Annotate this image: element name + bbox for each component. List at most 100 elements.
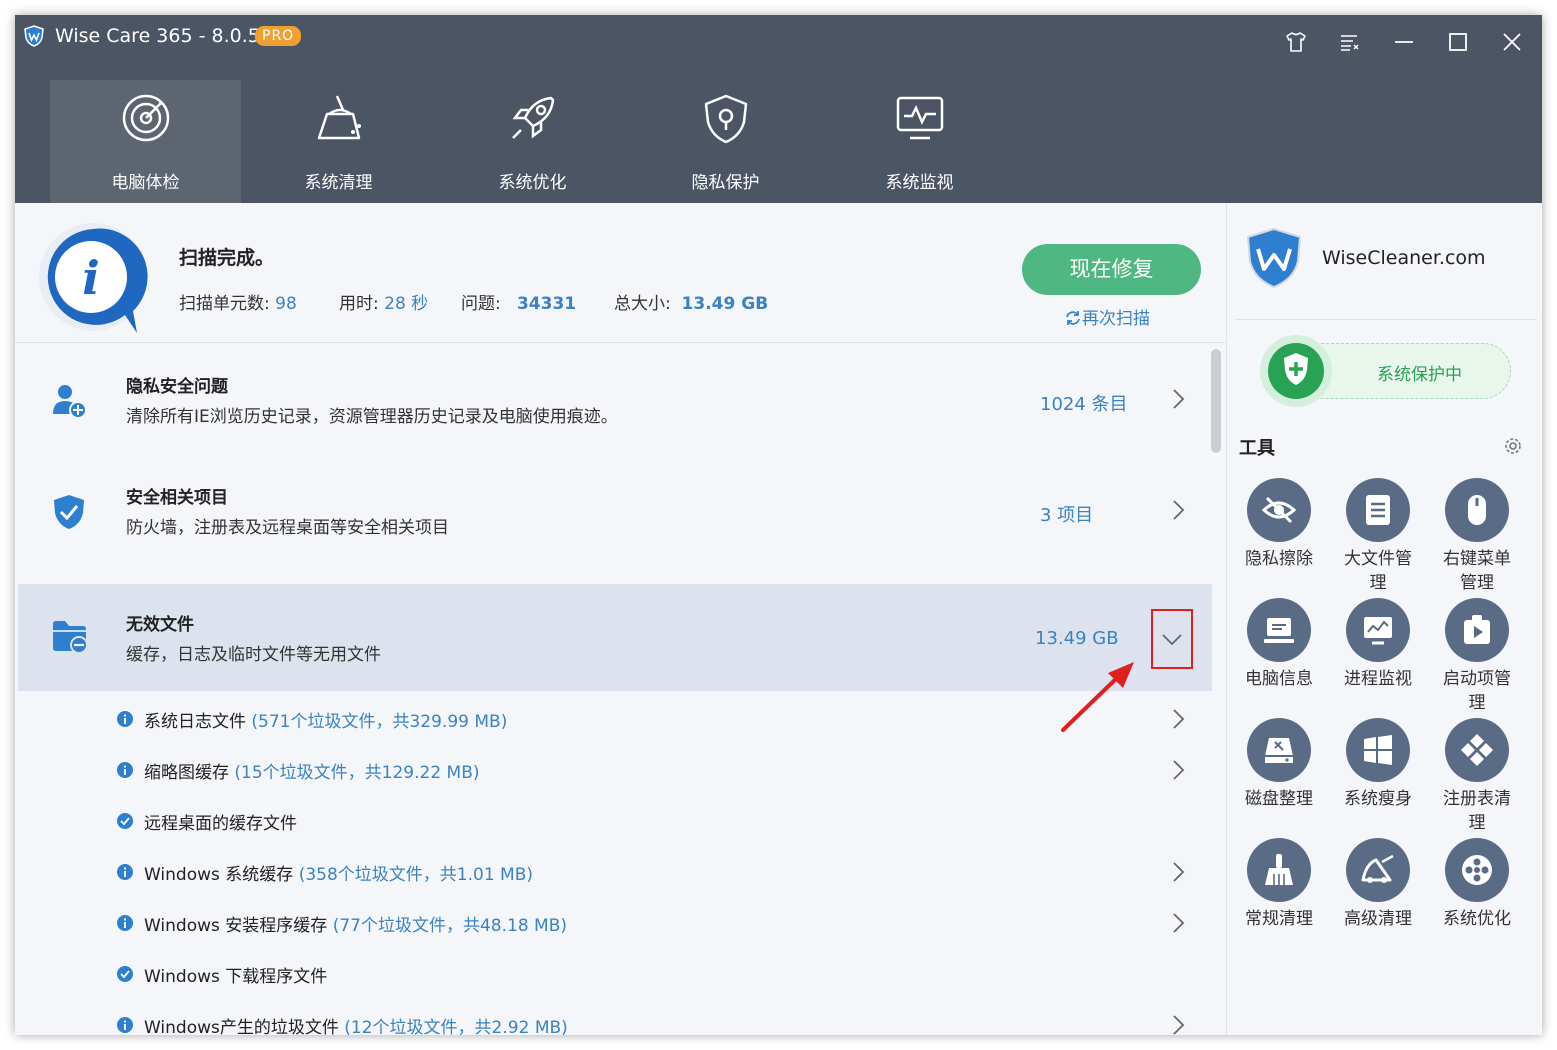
svg-text:i: i xyxy=(82,251,99,305)
scan-summary: i 扫描完成。 扫描单元数: 98 用时: 28 秒 问题: 34331 总大小… xyxy=(15,203,1226,343)
tshirt-icon xyxy=(1286,32,1306,52)
chevron-right-icon[interactable] xyxy=(1166,860,1190,884)
tool-system-optimize[interactable]: 系统优化 xyxy=(1430,838,1524,931)
broom-clean-icon xyxy=(317,95,361,140)
expand-toggle-button[interactable] xyxy=(1151,609,1193,669)
close-icon xyxy=(1503,33,1521,51)
chevron-down-icon xyxy=(1162,634,1182,646)
tool-label: 注册表清理 xyxy=(1443,789,1511,833)
gear-flower-icon xyxy=(1462,855,1492,885)
subitem-label: Windows 系统缓存 (358个垃圾文件，共1.01 MB) xyxy=(144,865,534,885)
category-title: 无效文件 xyxy=(126,615,194,635)
disk-defrag-icon xyxy=(1265,738,1293,763)
subitem-windows-installer-cache[interactable]: Windows 安装程序缓存 (77个垃圾文件，共48.18 MB) xyxy=(15,898,1209,948)
protection-shield-icon xyxy=(1260,335,1332,407)
app-logo-icon xyxy=(24,25,44,47)
monitor-pulse-icon xyxy=(896,96,944,140)
tool-startup-manager[interactable]: 启动项管理 xyxy=(1430,598,1524,715)
menu-button[interactable] xyxy=(1335,27,1365,57)
check-dot-icon xyxy=(117,813,133,829)
sidebar: WiseCleaner.com 系统保护中 工具 隐私擦除 大文件管理 右键菜单… xyxy=(1226,203,1542,1035)
scrollbar-thumb[interactable] xyxy=(1211,349,1221,453)
subitem-label: Windows 安装程序缓存 (77个垃圾文件，共48.18 MB) xyxy=(144,916,568,936)
subitem-windows-junk-files[interactable]: Windows产生的垃圾文件 (12个垃圾文件，共2.92 MB) xyxy=(15,1000,1209,1035)
tab-label: 电脑体检 xyxy=(111,173,180,193)
tool-process-monitor[interactable]: 进程监视 xyxy=(1331,598,1425,691)
laptop-icon xyxy=(1264,618,1294,643)
tool-context-menu[interactable]: 右键菜单 管理 xyxy=(1430,478,1524,595)
minimize-button[interactable] xyxy=(1389,27,1419,57)
mouse-icon xyxy=(1468,495,1486,525)
tool-label: 磁盘整理 xyxy=(1245,789,1313,809)
subitem-label: Windows 下载程序文件 xyxy=(144,967,328,987)
menu-icon xyxy=(1341,35,1359,51)
minimize-icon xyxy=(1395,41,1413,43)
subitem-thumbnail-cache[interactable]: 缩略图缓存 (15个垃圾文件，共129.22 MB) xyxy=(15,745,1209,795)
tab-privacy-protect[interactable]: 隐私保护 xyxy=(630,80,821,203)
close-button[interactable] xyxy=(1497,27,1527,57)
category-count: 1024 条目 xyxy=(1040,394,1128,415)
tool-privacy-eraser[interactable]: 隐私擦除 xyxy=(1232,478,1326,571)
tab-system-clean[interactable]: 系统清理 xyxy=(243,80,434,203)
tab-pc-checkup[interactable]: 电脑体检 xyxy=(50,80,241,203)
tool-registry-cleaner[interactable]: 注册表清理 xyxy=(1430,718,1524,835)
info-dot-icon xyxy=(117,864,133,880)
rescan-link[interactable]: 再次扫描 xyxy=(1064,304,1150,329)
subitem-windows-system-cache[interactable]: Windows 系统缓存 (358个垃圾文件，共1.01 MB) xyxy=(15,847,1209,897)
chevron-right-icon[interactable] xyxy=(1166,911,1190,935)
tab-system-optimize[interactable]: 系统优化 xyxy=(437,80,628,203)
scan-results-panel: i 扫描完成。 扫描单元数: 98 用时: 28 秒 问题: 34331 总大小… xyxy=(15,203,1226,1035)
tool-label: 常规清理 xyxy=(1245,909,1313,929)
startup-icon xyxy=(1464,615,1490,644)
fix-now-button[interactable]: 现在修复 xyxy=(1022,244,1201,295)
tool-system-slimming[interactable]: 系统瘦身 xyxy=(1331,718,1425,811)
subitem-windows-download-files[interactable]: Windows 下载程序文件 xyxy=(15,949,1209,999)
tool-label: 系统瘦身 xyxy=(1344,789,1412,809)
tab-label: 系统监视 xyxy=(885,173,954,193)
chevron-right-icon[interactable] xyxy=(1166,707,1190,731)
tool-label: 高级清理 xyxy=(1344,909,1412,929)
tool-advanced-clean[interactable]: 高级清理 xyxy=(1331,838,1425,931)
settings-gear-icon[interactable] xyxy=(1502,435,1524,457)
shield-lock-icon xyxy=(704,94,748,144)
chevron-right-icon[interactable] xyxy=(1166,758,1190,782)
broom-icon xyxy=(1265,854,1293,885)
category-title: 隐私安全问题 xyxy=(126,377,228,397)
category-junk-files[interactable]: 无效文件 缓存，日志及临时文件等无用文件 13.49 GB xyxy=(18,584,1212,691)
tab-label: 系统清理 xyxy=(304,173,373,193)
category-privacy[interactable]: 隐私安全问题 清除所有IE浏览历史记录，资源管理器历史记录及电脑使用痕迹。 10… xyxy=(18,346,1212,453)
eye-slash-icon xyxy=(1261,496,1297,524)
maximize-button[interactable] xyxy=(1443,27,1473,57)
info-dot-icon xyxy=(117,1017,133,1033)
rocket-icon xyxy=(512,96,555,139)
chevron-right-icon[interactable] xyxy=(1166,498,1190,522)
category-count: 13.49 GB xyxy=(1035,628,1119,649)
skin-button[interactable] xyxy=(1281,27,1311,57)
tool-large-file-manager[interactable]: 大文件管理 xyxy=(1331,478,1425,595)
subitem-label: 系统日志文件 (571个垃圾文件，共329.99 MB) xyxy=(144,712,508,732)
protection-label: 系统保护中 xyxy=(1377,365,1462,385)
subitem-label: 远程桌面的缓存文件 xyxy=(144,814,297,834)
subitem-system-logs[interactable]: 系统日志文件 (571个垃圾文件，共329.99 MB) xyxy=(15,694,1209,744)
divider xyxy=(1235,319,1537,320)
tab-system-monitor[interactable]: 系统监视 xyxy=(824,80,1015,203)
tool-common-clean[interactable]: 常规清理 xyxy=(1232,838,1326,931)
category-security[interactable]: 安全相关项目 防火墙，注册表及远程桌面等安全相关项目 3 项目 xyxy=(18,457,1212,564)
pro-badge: PRO xyxy=(255,26,302,46)
chevron-right-icon[interactable] xyxy=(1166,387,1190,411)
tools-heading: 工具 xyxy=(1239,438,1275,459)
tool-pc-info[interactable]: 电脑信息 xyxy=(1232,598,1326,691)
tool-disk-defrag[interactable]: 磁盘整理 xyxy=(1232,718,1326,811)
tool-label: 启动项管理 xyxy=(1443,669,1511,713)
refresh-icon xyxy=(1066,311,1080,325)
scan-status-heading: 扫描完成。 xyxy=(179,247,275,269)
tool-label: 系统优化 xyxy=(1443,909,1511,929)
windows-icon xyxy=(1364,735,1392,765)
maximize-icon xyxy=(1449,33,1467,51)
subitem-remote-desktop-cache[interactable]: 远程桌面的缓存文件 xyxy=(15,796,1209,846)
tool-label: 右键菜单 管理 xyxy=(1443,549,1511,593)
brand-link[interactable]: WiseCleaner.com xyxy=(1322,247,1486,269)
app-window: Wise Care 365 - 8.0.5 PRO 电脑体检 系统清理 系统优化 xyxy=(15,15,1542,1035)
info-dot-icon xyxy=(117,915,133,931)
chevron-right-icon[interactable] xyxy=(1166,1013,1190,1035)
